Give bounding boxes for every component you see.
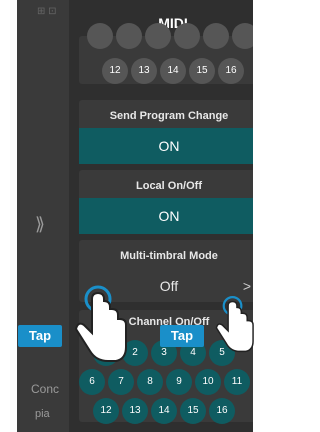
channel-button[interactable] — [203, 23, 229, 49]
send-program-change-box: Send Program Change ON — [79, 100, 253, 164]
local-on-off-box: Local On/Off ON — [79, 170, 253, 234]
channel-button[interactable] — [87, 23, 113, 49]
channel-button-12[interactable]: 12 — [93, 398, 119, 424]
channel-button[interactable] — [232, 23, 253, 49]
midi-panel: MIDI 12 13 14 15 16 Send Program Change … — [69, 0, 253, 432]
channel-button-13[interactable]: 13 — [131, 58, 157, 84]
multi-timbral-mode-value: Off — [159, 278, 179, 294]
channel-button-14[interactable]: 14 — [151, 398, 177, 424]
channel-button-16[interactable]: 16 — [209, 398, 235, 424]
channel-button-11[interactable]: 11 — [224, 369, 250, 395]
local-on-off-label: Local On/Off — [136, 180, 202, 192]
channel-button-8[interactable]: 8 — [137, 369, 163, 395]
channel-button-14[interactable]: 14 — [160, 58, 186, 84]
channel-button-7[interactable]: 7 — [108, 369, 134, 395]
tap-badge-left: Tap — [18, 325, 62, 347]
send-program-change-label: Send Program Change — [109, 110, 229, 122]
background-concert-text: Conc — [31, 382, 60, 396]
send-program-change-toggle[interactable]: ON — [79, 128, 253, 164]
channel-button-15[interactable]: 15 — [180, 398, 206, 424]
multi-timbral-mode-label: Multi-timbral Mode — [120, 250, 218, 262]
background-header-icons: ⊞ ⊡ — [37, 6, 57, 17]
channel-button-15[interactable]: 15 — [189, 58, 215, 84]
channel-button[interactable] — [116, 23, 142, 49]
channel-button[interactable] — [174, 23, 200, 49]
local-on-off-toggle[interactable]: ON — [79, 198, 253, 234]
channel-button-13[interactable]: 13 — [122, 398, 148, 424]
tap-badge-right: Tap — [160, 325, 204, 347]
expand-chevron-icon[interactable]: ⟫ — [35, 214, 45, 235]
channel-button-9[interactable]: 9 — [166, 369, 192, 395]
channel-button-6[interactable]: 6 — [79, 369, 105, 395]
app-screen: ⊞ ⊡ ⟫ Conc pia MIDI 12 13 14 15 16 Send … — [17, 0, 253, 432]
background-app: ⊞ ⊡ ⟫ Conc pia — [17, 0, 69, 432]
channel-button-12[interactable]: 12 — [102, 58, 128, 84]
channel-button-16[interactable]: 16 — [218, 58, 244, 84]
background-piano-text: pia — [35, 408, 50, 420]
tap-hand-icon-right — [215, 296, 254, 353]
channel-button-10[interactable]: 10 — [195, 369, 221, 395]
channel-button[interactable] — [145, 23, 171, 49]
channel-box-top: 12 13 14 15 16 — [79, 23, 253, 84]
tap-hand-icon-left — [74, 285, 127, 362]
